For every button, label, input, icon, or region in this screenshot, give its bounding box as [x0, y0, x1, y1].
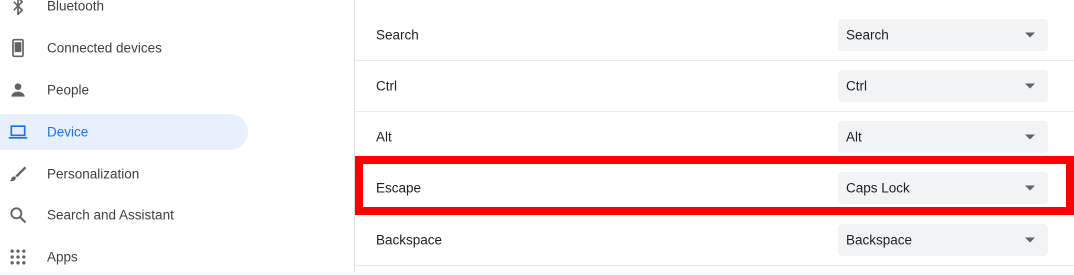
remap-row-escape: Escape Caps Lock: [355, 163, 1074, 214]
sidebar-item-label: Device: [47, 124, 89, 140]
sidebar-item-people[interactable]: People: [0, 72, 248, 108]
phone-icon: [8, 38, 28, 58]
sidebar-item-personalization[interactable]: Personalization: [0, 156, 248, 192]
select-value: Alt: [846, 129, 862, 145]
row-label: Search: [376, 27, 419, 43]
dropdown-arrow-icon: [1025, 185, 1035, 191]
remap-row-search: Search Search: [355, 10, 1074, 61]
dropdown-arrow-icon: [1025, 32, 1035, 38]
select-value: Ctrl: [846, 78, 867, 94]
row-label: Backspace: [376, 232, 443, 248]
select-value: Backspace: [846, 232, 913, 248]
escape-key-select[interactable]: Caps Lock: [838, 172, 1048, 204]
laptop-icon: [8, 122, 28, 142]
alt-key-select[interactable]: Alt: [838, 121, 1048, 153]
dropdown-arrow-icon: [1025, 83, 1035, 89]
search-icon: [8, 205, 28, 225]
ctrl-key-select[interactable]: Ctrl: [838, 70, 1048, 102]
sidebar-item-label: Bluetooth: [47, 0, 105, 14]
sidebar-item-label: Search and Assistant: [47, 207, 174, 223]
row-label: Escape: [376, 180, 422, 196]
select-value: Search: [846, 27, 889, 43]
remap-row-ctrl: Ctrl Ctrl: [355, 61, 1074, 112]
sidebar-item-search-and-assistant[interactable]: Search and Assistant: [0, 197, 248, 233]
sidebar-item-apps[interactable]: Apps: [0, 239, 248, 275]
remap-row-alt: Alt Alt: [355, 112, 1074, 163]
sidebar: Bluetooth Connected devices People Devic…: [0, 0, 354, 272]
sidebar-item-connected-devices[interactable]: Connected devices: [0, 30, 248, 66]
brush-icon: [8, 164, 28, 184]
row-label: Ctrl: [376, 78, 397, 94]
sidebar-item-label: Personalization: [47, 166, 140, 182]
row-label: Alt: [376, 129, 392, 145]
sidebar-item-label: Connected devices: [47, 40, 162, 56]
sidebar-item-device[interactable]: Device: [0, 114, 248, 150]
search-key-select[interactable]: Search: [838, 19, 1048, 51]
select-value: Caps Lock: [846, 180, 910, 196]
bluetooth-icon: [8, 0, 28, 16]
sidebar-item-label: Apps: [47, 249, 78, 265]
remap-row-backspace: Backspace Backspace: [355, 215, 1074, 266]
dropdown-arrow-icon: [1025, 134, 1035, 140]
sidebar-item-label: People: [47, 82, 90, 98]
backspace-key-select[interactable]: Backspace: [838, 224, 1048, 256]
keyboard-settings-panel: Search Search Ctrl Ctrl Alt Alt Escape C…: [355, 0, 1074, 272]
person-icon: [8, 80, 28, 100]
apps-grid-icon: [8, 247, 28, 267]
dropdown-arrow-icon: [1025, 237, 1035, 243]
sidebar-item-bluetooth[interactable]: Bluetooth: [0, 0, 248, 24]
